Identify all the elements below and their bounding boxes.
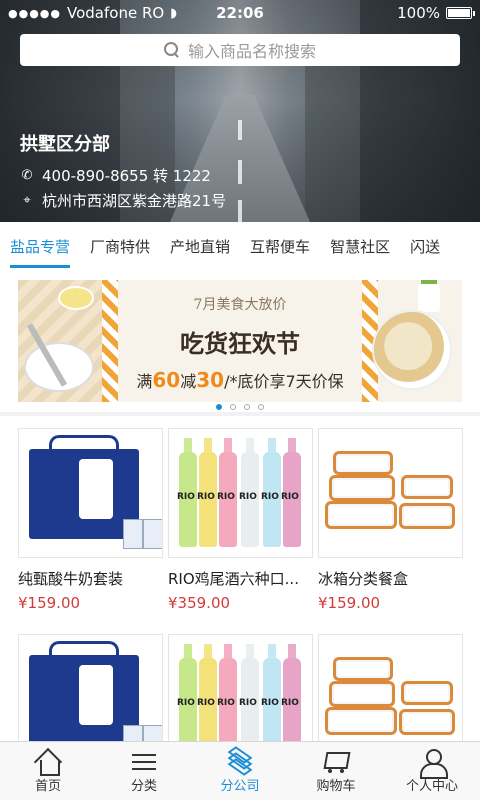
status-bar: ●●●●● Vodafone RO ◗ 22:06 100%	[0, 0, 480, 26]
product-image-milk	[18, 428, 163, 558]
battery-icon	[446, 7, 475, 19]
promo-discount: 30	[196, 368, 225, 392]
branch-phone: 400-890-8655 转 1222	[42, 167, 211, 185]
product-image-milk	[18, 634, 163, 741]
tab-salt-products[interactable]: 盐品专营	[0, 222, 80, 272]
pager-dot[interactable]	[258, 404, 264, 410]
tabbar-label: 分公司	[220, 779, 260, 794]
tabbar-label: 首页	[34, 779, 61, 794]
tab-ride-share[interactable]: 互帮便车	[240, 222, 320, 272]
banner-title: 吃货狂欢节	[180, 329, 300, 358]
product-card[interactable]	[18, 634, 163, 741]
tabbar-home[interactable]: 首页	[0, 742, 96, 800]
search-input[interactable]: 输入商品名称搜索	[20, 34, 460, 66]
promo-suffix: /*底价享7天价保	[224, 372, 344, 391]
tabbar-category[interactable]: 分类	[96, 742, 192, 800]
promo-threshold: 60	[152, 368, 181, 392]
product-grid: 纯甄酸牛奶套装 ¥159.00 RIO鸡尾酒六种口... ¥359.00 冰箱分…	[0, 416, 480, 741]
pager-dot[interactable]	[216, 404, 222, 410]
product-price: ¥159.00	[18, 594, 81, 612]
banner-subtitle: 7月美食大放价	[193, 297, 287, 313]
tabbar-label: 分类	[130, 779, 157, 794]
tab-manufacturer-supply[interactable]: 厂商特供	[80, 222, 160, 272]
battery-percent: 100%	[397, 4, 440, 22]
product-name: 纯甄酸牛奶套装	[18, 570, 124, 588]
cart-icon	[322, 748, 350, 776]
user-icon	[418, 748, 448, 779]
product-price: ¥359.00	[168, 594, 231, 612]
search-icon	[163, 42, 180, 58]
branch-address: 杭州市西湖区紫金港路21号	[42, 192, 227, 210]
product-card[interactable]: 纯甄酸牛奶套装 ¥159.00	[18, 428, 163, 612]
product-card[interactable]	[168, 634, 313, 741]
home-icon	[34, 748, 62, 776]
branch-name: 拱墅区分部	[20, 134, 110, 155]
tab-flash-delivery[interactable]: 闪送	[400, 222, 450, 272]
product-name: RIO鸡尾酒六种口...	[168, 570, 299, 588]
product-price: ¥159.00	[318, 594, 381, 612]
promo-prefix: 满	[136, 372, 153, 391]
tab-smart-community[interactable]: 智慧社区	[320, 222, 400, 272]
product-image-containers	[318, 634, 463, 741]
tabbar-profile[interactable]: 个人中心	[384, 742, 480, 800]
product-image-containers	[318, 428, 463, 558]
pager-dot[interactable]	[230, 404, 236, 410]
promo-banner[interactable]: 7月美食大放价 吃货狂欢节 满60减30/*底价享7天价保	[18, 280, 462, 402]
layers-icon	[226, 746, 254, 776]
bottom-tab-bar: 首页 分类 分公司 购物车 个人中心	[0, 741, 480, 800]
tabbar-label: 购物车	[316, 779, 356, 794]
pager-dot[interactable]	[244, 404, 250, 410]
search-placeholder: 输入商品名称搜索	[187, 42, 316, 61]
location-pin-icon: ⌖	[23, 193, 31, 208]
category-tabs: 盐品专营 厂商特供 产地直销 互帮便车 智慧社区 闪送	[0, 222, 480, 272]
list-icon	[130, 748, 158, 776]
phone-icon: ✆	[21, 168, 33, 183]
product-card[interactable]: RIO鸡尾酒六种口... ¥359.00	[168, 428, 313, 612]
product-image-rio	[168, 428, 313, 558]
branch-phone-row[interactable]: ✆ 400-890-8655 转 1222	[20, 165, 211, 186]
banner-promo-text: 满60减30/*底价享7天价保	[18, 368, 462, 392]
product-card[interactable]: 冰箱分类餐盒 ¥159.00	[318, 428, 463, 612]
promo-banner-area: 7月美食大放价 吃货狂欢节 满60减30/*底价享7天价保	[0, 272, 480, 412]
product-image-rio	[168, 634, 313, 741]
product-card[interactable]	[318, 634, 463, 741]
tabbar-label: 个人中心	[405, 779, 458, 794]
tab-origin-direct[interactable]: 产地直销	[160, 222, 240, 272]
branch-address-row[interactable]: ⌖ 杭州市西湖区紫金港路21号	[20, 190, 226, 211]
promo-mid: 减	[180, 372, 197, 391]
tabbar-cart[interactable]: 购物车	[288, 742, 384, 800]
banner-pager	[0, 404, 480, 410]
tabbar-branch[interactable]: 分公司	[192, 742, 288, 800]
product-name: 冰箱分类餐盒	[318, 570, 409, 588]
